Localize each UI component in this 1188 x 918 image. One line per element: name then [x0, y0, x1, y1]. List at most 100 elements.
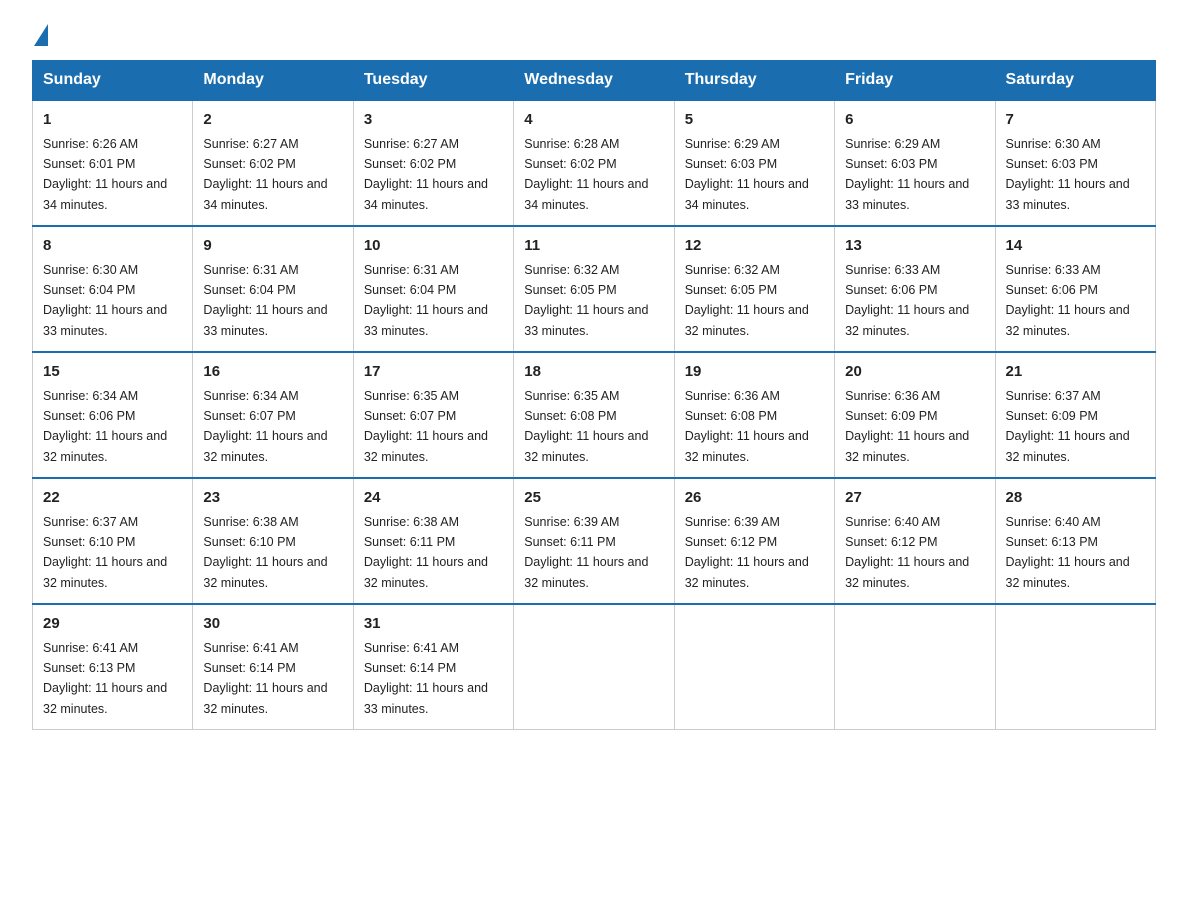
day-info: Sunrise: 6:37 AMSunset: 6:09 PMDaylight:…: [1006, 389, 1130, 464]
day-cell-12: 12 Sunrise: 6:32 AMSunset: 6:05 PMDayligh…: [674, 226, 834, 352]
day-info: Sunrise: 6:33 AMSunset: 6:06 PMDaylight:…: [1006, 263, 1130, 338]
day-cell-28: 28 Sunrise: 6:40 AMSunset: 6:13 PMDayligh…: [995, 478, 1155, 604]
day-number: 17: [364, 361, 503, 384]
day-info: Sunrise: 6:34 AMSunset: 6:07 PMDaylight:…: [203, 389, 327, 464]
day-number: 15: [43, 361, 182, 384]
day-info: Sunrise: 6:31 AMSunset: 6:04 PMDaylight:…: [203, 263, 327, 338]
day-number: 31: [364, 613, 503, 636]
empty-cell: [674, 604, 834, 730]
day-info: Sunrise: 6:40 AMSunset: 6:13 PMDaylight:…: [1006, 515, 1130, 590]
day-cell-5: 5 Sunrise: 6:29 AMSunset: 6:03 PMDaylight…: [674, 100, 834, 226]
day-cell-23: 23 Sunrise: 6:38 AMSunset: 6:10 PMDayligh…: [193, 478, 353, 604]
day-number: 10: [364, 235, 503, 258]
day-number: 26: [685, 487, 824, 510]
day-cell-25: 25 Sunrise: 6:39 AMSunset: 6:11 PMDayligh…: [514, 478, 674, 604]
day-cell-10: 10 Sunrise: 6:31 AMSunset: 6:04 PMDayligh…: [353, 226, 513, 352]
week-row-3: 15 Sunrise: 6:34 AMSunset: 6:06 PMDayligh…: [33, 352, 1156, 478]
day-number: 22: [43, 487, 182, 510]
column-header-monday: Monday: [193, 61, 353, 101]
day-info: Sunrise: 6:30 AMSunset: 6:03 PMDaylight:…: [1006, 137, 1130, 212]
day-info: Sunrise: 6:29 AMSunset: 6:03 PMDaylight:…: [845, 137, 969, 212]
day-info: Sunrise: 6:39 AMSunset: 6:12 PMDaylight:…: [685, 515, 809, 590]
day-cell-21: 21 Sunrise: 6:37 AMSunset: 6:09 PMDayligh…: [995, 352, 1155, 478]
day-info: Sunrise: 6:34 AMSunset: 6:06 PMDaylight:…: [43, 389, 167, 464]
day-number: 23: [203, 487, 342, 510]
day-number: 5: [685, 109, 824, 132]
day-cell-16: 16Sunrise: 6:34 AMSunset: 6:07 PMDayligh…: [193, 352, 353, 478]
column-header-tuesday: Tuesday: [353, 61, 513, 101]
day-number: 21: [1006, 361, 1145, 384]
day-number: 12: [685, 235, 824, 258]
day-number: 14: [1006, 235, 1145, 258]
day-info: Sunrise: 6:37 AMSunset: 6:10 PMDaylight:…: [43, 515, 167, 590]
day-cell-30: 30 Sunrise: 6:41 AMSunset: 6:14 PMDayligh…: [193, 604, 353, 730]
day-info: Sunrise: 6:41 AMSunset: 6:13 PMDaylight:…: [43, 641, 167, 716]
column-header-wednesday: Wednesday: [514, 61, 674, 101]
day-cell-31: 31 Sunrise: 6:41 AMSunset: 6:14 PMDayligh…: [353, 604, 513, 730]
day-number: 9: [203, 235, 342, 258]
day-number: 18: [524, 361, 663, 384]
day-cell-20: 20 Sunrise: 6:36 AMSunset: 6:09 PMDayligh…: [835, 352, 995, 478]
day-cell-6: 6 Sunrise: 6:29 AMSunset: 6:03 PMDaylight…: [835, 100, 995, 226]
day-cell-29: 29 Sunrise: 6:41 AMSunset: 6:13 PMDayligh…: [33, 604, 193, 730]
day-info: Sunrise: 6:40 AMSunset: 6:12 PMDaylight:…: [845, 515, 969, 590]
day-number: 24: [364, 487, 503, 510]
logo: [32, 24, 48, 42]
column-header-thursday: Thursday: [674, 61, 834, 101]
week-row-5: 29 Sunrise: 6:41 AMSunset: 6:13 PMDayligh…: [33, 604, 1156, 730]
day-number: 13: [845, 235, 984, 258]
day-info: Sunrise: 6:27 AMSunset: 6:02 PMDaylight:…: [203, 137, 327, 212]
day-info: Sunrise: 6:29 AMSunset: 6:03 PMDaylight:…: [685, 137, 809, 212]
day-info: Sunrise: 6:32 AMSunset: 6:05 PMDaylight:…: [685, 263, 809, 338]
empty-cell: [835, 604, 995, 730]
day-number: 1: [43, 109, 182, 132]
day-info: Sunrise: 6:31 AMSunset: 6:04 PMDaylight:…: [364, 263, 488, 338]
day-info: Sunrise: 6:41 AMSunset: 6:14 PMDaylight:…: [364, 641, 488, 716]
day-cell-26: 26 Sunrise: 6:39 AMSunset: 6:12 PMDayligh…: [674, 478, 834, 604]
day-cell-17: 17Sunrise: 6:35 AMSunset: 6:07 PMDayligh…: [353, 352, 513, 478]
day-cell-24: 24 Sunrise: 6:38 AMSunset: 6:11 PMDayligh…: [353, 478, 513, 604]
day-number: 25: [524, 487, 663, 510]
empty-cell: [995, 604, 1155, 730]
day-info: Sunrise: 6:39 AMSunset: 6:11 PMDaylight:…: [524, 515, 648, 590]
day-number: 29: [43, 613, 182, 636]
day-number: 3: [364, 109, 503, 132]
day-cell-7: 7 Sunrise: 6:30 AMSunset: 6:03 PMDaylight…: [995, 100, 1155, 226]
day-cell-27: 27 Sunrise: 6:40 AMSunset: 6:12 PMDayligh…: [835, 478, 995, 604]
column-header-sunday: Sunday: [33, 61, 193, 101]
day-number: 28: [1006, 487, 1145, 510]
day-cell-14: 14 Sunrise: 6:33 AMSunset: 6:06 PMDayligh…: [995, 226, 1155, 352]
day-number: 20: [845, 361, 984, 384]
day-number: 2: [203, 109, 342, 132]
week-row-1: 1 Sunrise: 6:26 AMSunset: 6:01 PMDaylight…: [33, 100, 1156, 226]
day-info: Sunrise: 6:38 AMSunset: 6:10 PMDaylight:…: [203, 515, 327, 590]
day-number: 6: [845, 109, 984, 132]
day-info: Sunrise: 6:33 AMSunset: 6:06 PMDaylight:…: [845, 263, 969, 338]
day-number: 30: [203, 613, 342, 636]
day-cell-13: 13 Sunrise: 6:33 AMSunset: 6:06 PMDayligh…: [835, 226, 995, 352]
column-header-friday: Friday: [835, 61, 995, 101]
day-number: 27: [845, 487, 984, 510]
day-number: 19: [685, 361, 824, 384]
day-cell-18: 18Sunrise: 6:35 AMSunset: 6:08 PMDayligh…: [514, 352, 674, 478]
day-cell-4: 4Sunrise: 6:28 AMSunset: 6:02 PMDaylight…: [514, 100, 674, 226]
day-cell-2: 2 Sunrise: 6:27 AMSunset: 6:02 PMDaylight…: [193, 100, 353, 226]
day-number: 11: [524, 235, 663, 258]
day-cell-19: 19Sunrise: 6:36 AMSunset: 6:08 PMDayligh…: [674, 352, 834, 478]
day-info: Sunrise: 6:30 AMSunset: 6:04 PMDaylight:…: [43, 263, 167, 338]
day-cell-3: 3 Sunrise: 6:27 AMSunset: 6:02 PMDaylight…: [353, 100, 513, 226]
day-info: Sunrise: 6:32 AMSunset: 6:05 PMDaylight:…: [524, 263, 648, 338]
day-info: Sunrise: 6:27 AMSunset: 6:02 PMDaylight:…: [364, 137, 488, 212]
logo-triangle-icon: [34, 24, 48, 46]
column-header-saturday: Saturday: [995, 61, 1155, 101]
page-header: [32, 24, 1156, 42]
calendar-header-row: SundayMondayTuesdayWednesdayThursdayFrid…: [33, 61, 1156, 101]
day-cell-15: 15 Sunrise: 6:34 AMSunset: 6:06 PMDayligh…: [33, 352, 193, 478]
day-number: 7: [1006, 109, 1145, 132]
day-info: Sunrise: 6:41 AMSunset: 6:14 PMDaylight:…: [203, 641, 327, 716]
day-number: 4: [524, 109, 663, 132]
day-info: Sunrise: 6:36 AMSunset: 6:09 PMDaylight:…: [845, 389, 969, 464]
day-cell-11: 11 Sunrise: 6:32 AMSunset: 6:05 PMDayligh…: [514, 226, 674, 352]
day-info: Sunrise: 6:26 AMSunset: 6:01 PMDaylight:…: [43, 137, 167, 212]
day-info: Sunrise: 6:38 AMSunset: 6:11 PMDaylight:…: [364, 515, 488, 590]
